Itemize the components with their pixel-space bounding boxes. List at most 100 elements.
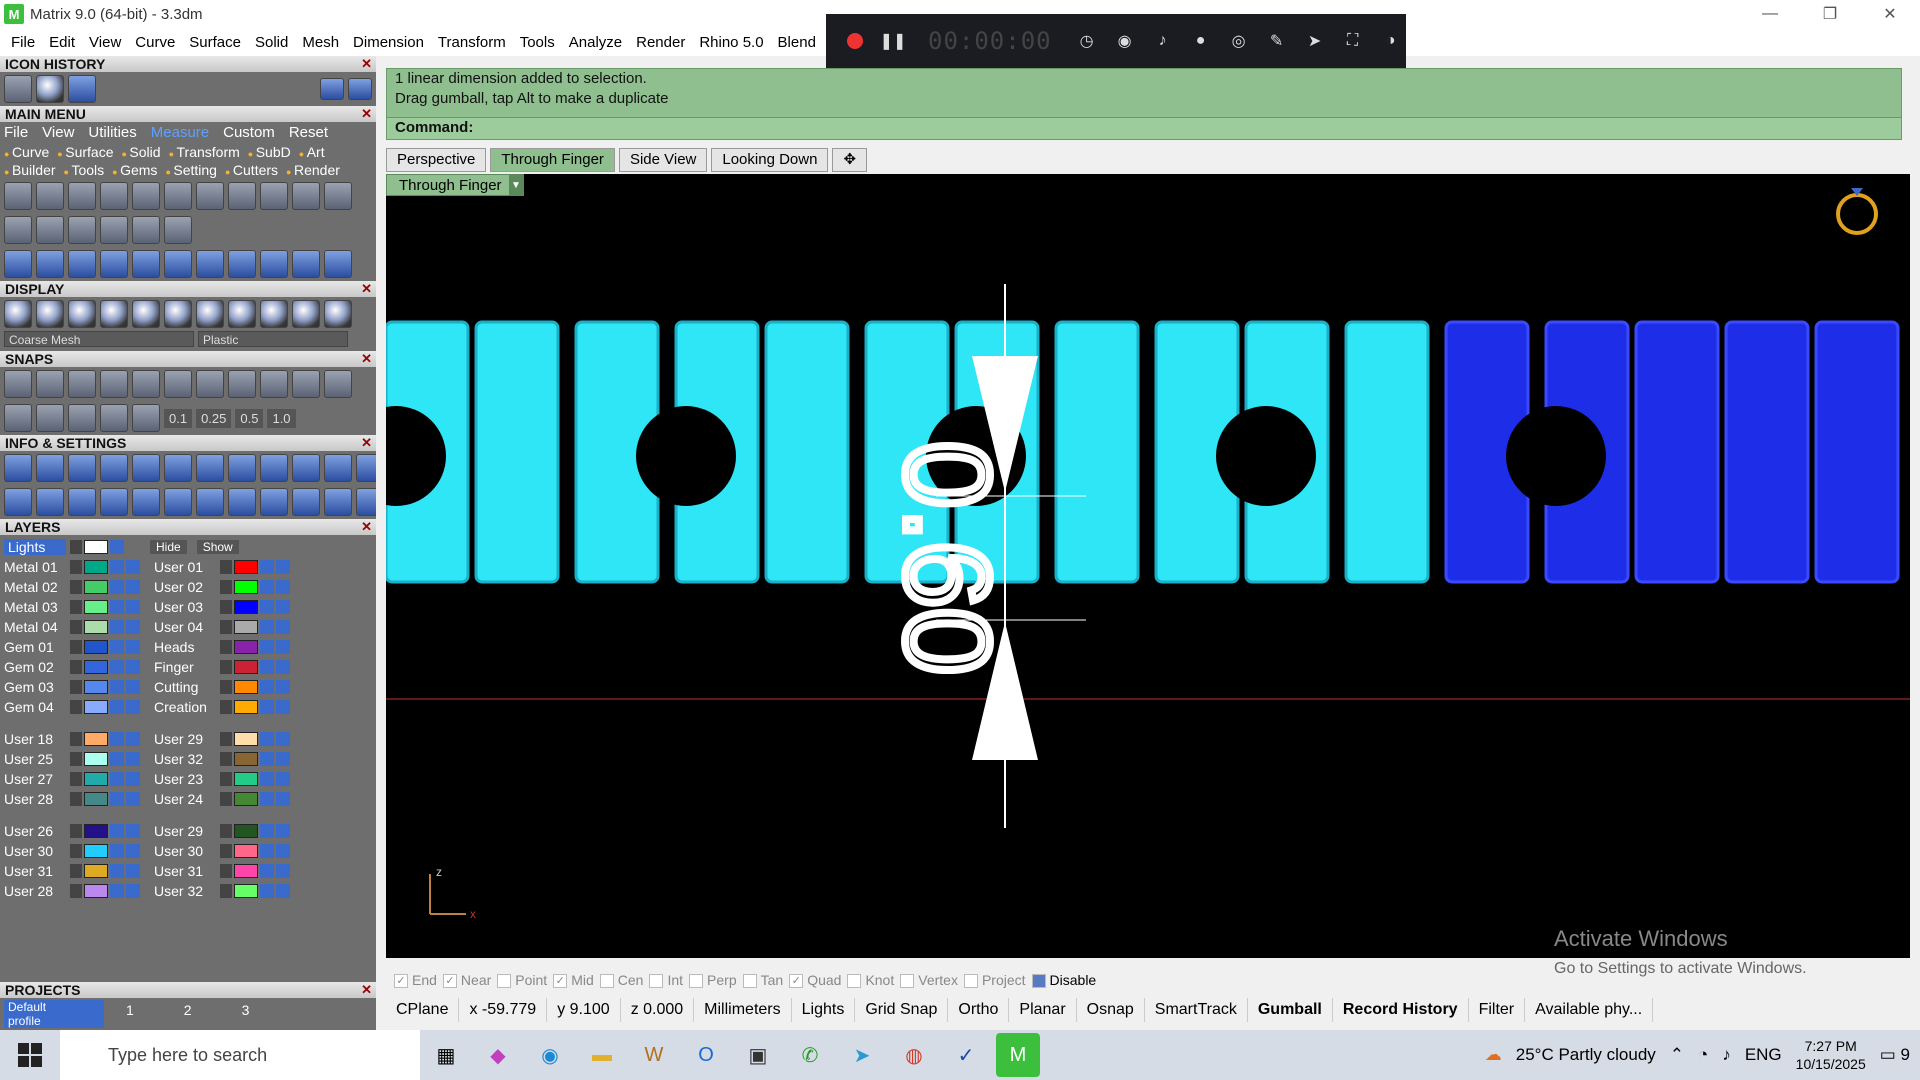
expand-arrow-icon[interactable]	[70, 560, 82, 574]
osnap-near[interactable]: ✓ Near	[442, 972, 491, 989]
transform-tool-icon[interactable]	[100, 250, 128, 278]
layer-name[interactable]: User 29	[154, 823, 220, 839]
snap-tool-icon[interactable]	[68, 370, 96, 398]
ring-model-view[interactable]: 0.60 z x	[386, 174, 1910, 958]
display-mode-icon[interactable]	[324, 300, 352, 328]
curve-tool-icon[interactable]	[36, 182, 64, 210]
expand-arrow-icon[interactable]	[70, 580, 82, 594]
layer-visibility-toggle[interactable]	[126, 680, 140, 694]
transform-tool-icon[interactable]	[260, 250, 288, 278]
layer-visibility-toggle[interactable]	[126, 732, 140, 746]
store-icon[interactable]: ▣	[736, 1033, 780, 1077]
layer-visibility-toggle[interactable]	[126, 640, 140, 654]
layer-visibility-toggle[interactable]	[126, 700, 140, 714]
settings-tool-icon[interactable]	[164, 488, 192, 516]
lock-icon[interactable]	[110, 732, 124, 746]
layer-visibility-toggle[interactable]	[126, 560, 140, 574]
osnap-point[interactable]: Point	[497, 972, 547, 989]
expand-arrow-icon[interactable]	[70, 792, 82, 806]
layer-name[interactable]: User 26	[4, 823, 70, 839]
lock-icon[interactable]	[110, 792, 124, 806]
lock-icon[interactable]	[260, 680, 274, 694]
layer-color-swatch[interactable]	[84, 600, 108, 614]
layer-color-swatch[interactable]	[234, 864, 258, 878]
layer-name[interactable]: User 02	[154, 579, 220, 595]
lock-icon[interactable]	[110, 560, 124, 574]
lock-icon[interactable]	[110, 600, 124, 614]
lock-icon[interactable]	[110, 640, 124, 654]
display-mode-icon[interactable]	[228, 300, 256, 328]
layer-color-swatch[interactable]	[234, 700, 258, 714]
layer-name[interactable]: User 30	[4, 843, 70, 859]
status-millimeters[interactable]: Millimeters	[694, 998, 792, 1022]
layer-toggle[interactable]	[110, 540, 124, 554]
settings-tool-icon[interactable]	[356, 488, 376, 516]
checkbox[interactable]: ✓	[789, 974, 804, 989]
pause-icon[interactable]: ❚❚	[880, 30, 907, 52]
layer-visibility-toggle[interactable]	[276, 884, 290, 898]
snap-option-icon[interactable]	[100, 404, 128, 432]
expand-arrow-icon[interactable]	[220, 580, 232, 594]
layer-color-swatch[interactable]	[234, 600, 258, 614]
osnap-vertex[interactable]: Vertex	[900, 972, 958, 989]
info-tool-icon[interactable]	[228, 454, 256, 482]
status-record-history[interactable]: Record History	[1333, 998, 1469, 1022]
ring-segment[interactable]	[1814, 320, 1900, 584]
settings-tool-icon[interactable]	[4, 488, 32, 516]
command-input[interactable]: Command:	[387, 117, 1901, 139]
checkbox[interactable]	[1031, 974, 1046, 989]
menu-item[interactable]: Tools	[513, 34, 562, 51]
layer-color-swatch[interactable]	[84, 884, 108, 898]
expand-arrow-icon[interactable]	[220, 680, 232, 694]
layer-visibility-toggle[interactable]	[276, 660, 290, 674]
layer-visibility-toggle[interactable]	[276, 680, 290, 694]
main-menu-tab[interactable]: Custom	[223, 124, 275, 141]
snap-tool-icon[interactable]	[36, 370, 64, 398]
layer-color-swatch[interactable]	[234, 732, 258, 746]
layer-visibility-toggle[interactable]	[126, 752, 140, 766]
layer-name[interactable]: User 31	[4, 863, 70, 879]
lock-icon[interactable]	[260, 844, 274, 858]
info-tool-icon[interactable]	[100, 454, 128, 482]
lock-icon[interactable]	[110, 884, 124, 898]
layer-name[interactable]: User 23	[154, 771, 220, 787]
close-icon[interactable]: ✕	[361, 351, 372, 367]
lock-icon[interactable]	[110, 772, 124, 786]
display-mode-icon[interactable]	[4, 300, 32, 328]
layer-color-swatch[interactable]	[84, 540, 108, 554]
info-tool-icon[interactable]	[68, 454, 96, 482]
status-gumball[interactable]: Gumball	[1248, 998, 1333, 1022]
lock-icon[interactable]	[260, 864, 274, 878]
snap-tool-icon[interactable]	[196, 370, 224, 398]
expand-arrow-icon[interactable]	[70, 660, 82, 674]
close-icon[interactable]: ✕	[361, 56, 372, 72]
expand-arrow-icon[interactable]	[70, 824, 82, 838]
expand-arrow-icon[interactable]	[70, 864, 82, 878]
info-tool-icon[interactable]	[196, 454, 224, 482]
display-mode-icon[interactable]	[132, 300, 160, 328]
info-tool-icon[interactable]	[132, 454, 160, 482]
text-tool-icon[interactable]	[4, 216, 32, 244]
expand-arrow-icon[interactable]	[220, 772, 232, 786]
status-smarttrack[interactable]: SmartTrack	[1145, 998, 1248, 1022]
lock-icon[interactable]	[110, 864, 124, 878]
layer-name[interactable]: User 28	[4, 883, 70, 899]
menu-item[interactable]: View	[82, 34, 128, 51]
close-button[interactable]: ✕	[1860, 0, 1920, 28]
main-menu-category[interactable]: Transform	[169, 144, 240, 160]
ring-segment[interactable]	[764, 320, 850, 584]
status-planar[interactable]: Planar	[1009, 998, 1077, 1022]
expand-arrow-icon[interactable]	[220, 700, 232, 714]
curve-tool-icon[interactable]	[260, 182, 288, 210]
file-explorer-icon[interactable]: ▬	[580, 1033, 624, 1077]
snap-tool-icon[interactable]	[292, 370, 320, 398]
lock-icon[interactable]	[260, 620, 274, 634]
layer-visibility-toggle[interactable]	[126, 600, 140, 614]
lock-icon[interactable]	[260, 660, 274, 674]
dimension-text[interactable]: 0.60	[876, 437, 1018, 679]
osnap-quad[interactable]: ✓ Quad	[789, 972, 841, 989]
add-viewport-tab-icon[interactable]: ✥	[832, 148, 868, 172]
curve-tool-icon[interactable]	[324, 182, 352, 210]
expand-arrow-icon[interactable]	[70, 680, 82, 694]
snap-option-icon[interactable]	[4, 404, 32, 432]
